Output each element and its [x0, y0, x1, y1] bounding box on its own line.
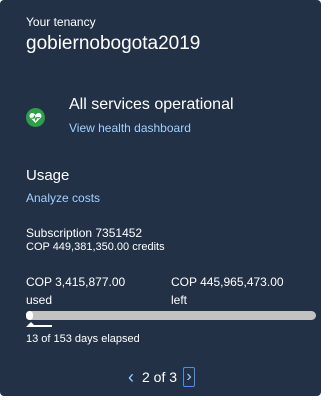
view-health-dashboard-link[interactable]: View health dashboard — [69, 121, 191, 135]
used-label: used — [26, 293, 53, 307]
subscription-credits: COP 449,381,350.00 credits — [26, 241, 165, 253]
elapsed-marker-line — [30, 325, 52, 327]
health-status: All services operational — [69, 96, 234, 113]
usage-title: Usage — [26, 167, 70, 184]
heart-pulse-icon — [26, 108, 45, 127]
left-label: left — [171, 293, 188, 307]
tenancy-name: gobiernobogota2019 — [26, 33, 201, 54]
subscription-name: Subscription 7351452 — [26, 226, 143, 240]
days-elapsed: 13 of 153 days elapsed — [26, 333, 140, 345]
usage-progress-fill — [26, 311, 34, 320]
chevron-left-icon[interactable]: ‹ — [126, 368, 136, 386]
pager-text: 2 of 3 — [141, 369, 178, 385]
usage-progress-bar — [26, 311, 316, 320]
used-amount: COP 3,415,877.00 — [26, 275, 126, 289]
tenancy-card: Your tenancy gobiernobogota2019 All serv… — [0, 0, 321, 396]
pager: ‹ 2 of 3 › — [0, 364, 321, 390]
heart-pulse-icon-svg — [29, 112, 42, 123]
tenancy-label: Your tenancy — [26, 15, 96, 29]
chevron-right-icon[interactable]: › — [183, 367, 196, 387]
left-amount: COP 445,965,473.00 — [171, 275, 284, 289]
analyze-costs-link[interactable]: Analyze costs — [26, 191, 100, 205]
